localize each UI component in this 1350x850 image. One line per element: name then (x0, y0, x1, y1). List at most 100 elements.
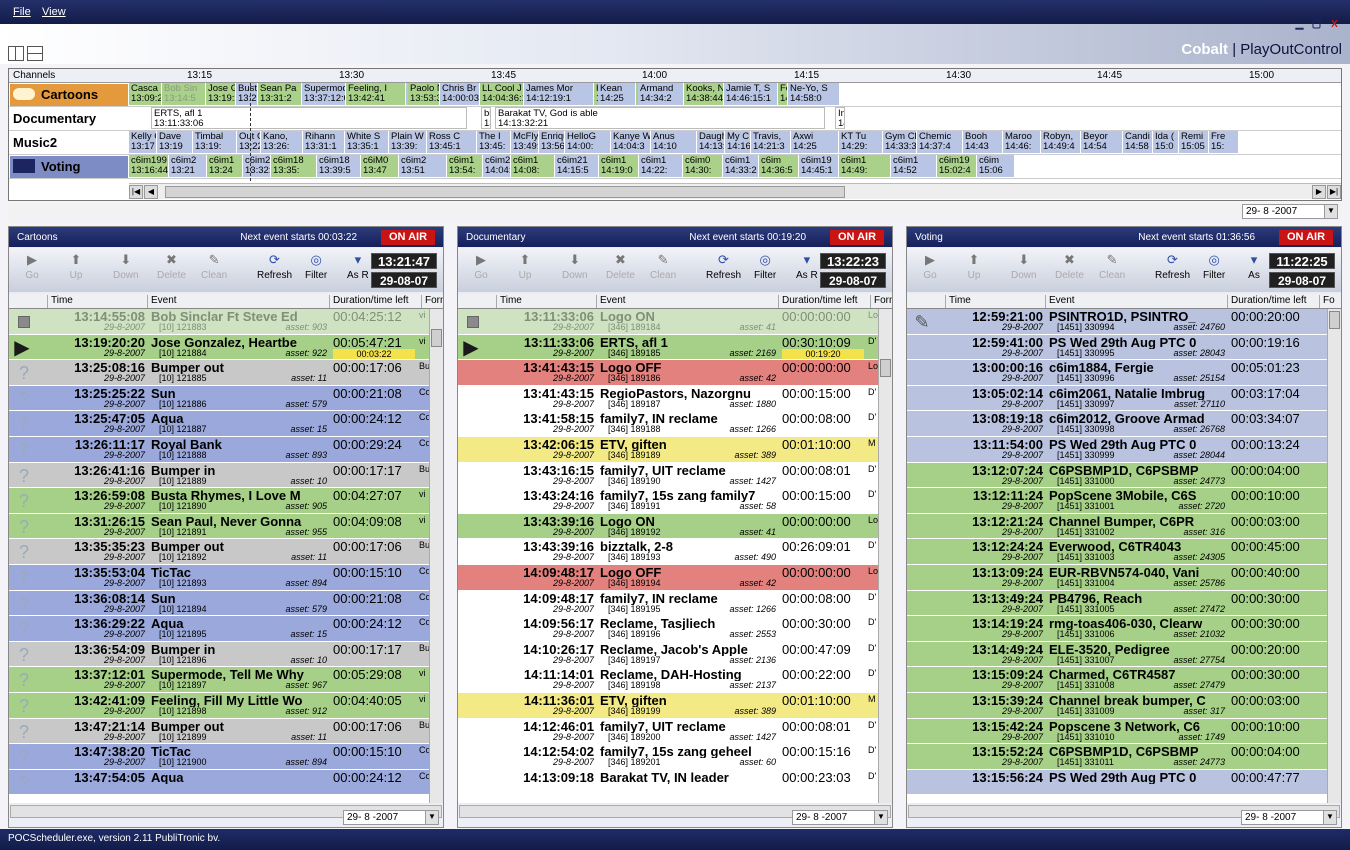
event-list-scrollbar[interactable] (1327, 309, 1341, 803)
timeline-event-block[interactable]: Kean 14:25 (598, 83, 636, 105)
timeline-event-block[interactable]: In Touch, 1-614:43:35:07 (835, 107, 845, 129)
col-form[interactable]: Form (421, 295, 443, 308)
timeline-event-block[interactable]: c6im 14:36:5 (759, 155, 799, 177)
table-row[interactable]: 14:11:14:01 29-8-2007 Reclame, DAH-Hosti… (458, 667, 880, 693)
timeline-event-block[interactable]: Anus 14:10 (651, 131, 697, 153)
minimize-button[interactable]: ▁ (1293, 19, 1306, 31)
filter-button[interactable]: ◎ Filter (754, 252, 776, 281)
timeline-event-block[interactable]: c6im2 13:21 (169, 155, 207, 177)
menu-view[interactable]: View (42, 6, 66, 18)
table-row[interactable]: ? 13:36:08:14 29-8-2007 Sun [10] 121894 … (9, 590, 431, 617)
timeline-event-block[interactable]: Chemic 14:37:4 (917, 131, 963, 153)
table-row[interactable]: 12:59:41:00 29-8-2007 PS Wed 29th Aug PT… (907, 334, 1329, 361)
timeline-event-block[interactable]: Travis, 14:21:3 (751, 131, 791, 153)
timeline-event-block[interactable]: c6im19 15:02:4 (937, 155, 977, 177)
on-air-badge[interactable]: ON AIR (830, 230, 884, 245)
refresh-button[interactable]: ⟳ Refresh (257, 252, 292, 281)
scroll-left-icon[interactable]: ◀ (144, 185, 158, 199)
timeline-event-block[interactable]: KT Tu 14:29: (839, 131, 883, 153)
col-form[interactable]: Form (870, 295, 892, 308)
timeline-event-block[interactable]: Remi 15:05 (1179, 131, 1209, 153)
table-row[interactable]: 14:11:36:01 29-8-2007 ETV, giften [346] … (458, 692, 880, 719)
delete-button[interactable]: ✖ Delete (606, 252, 635, 281)
up-button[interactable]: ⬆ Up (516, 252, 534, 281)
timeline-event-block[interactable]: Barakat TV, God is able 14:13:32:21 (495, 107, 825, 129)
table-row[interactable]: 13:11:54:00 29-8-2007 PS Wed 29th Aug PT… (907, 436, 1329, 463)
panel-date-select[interactable]: 29- 8 -2007 ▼ (792, 810, 888, 825)
delete-button[interactable]: ✖ Delete (1055, 252, 1084, 281)
timeline-event-block[interactable]: c6im2014:04:4 (483, 155, 511, 177)
stacked-layout-icon[interactable] (27, 46, 43, 61)
timeline-event-block[interactable]: Robyn, 14:49:4 (1041, 131, 1081, 153)
table-row[interactable]: 13:13:49:24 29-8-2007 PB4796, Reach [145… (907, 590, 1329, 617)
timeline-event-block[interactable]: Busta R13:26:5 (236, 83, 258, 105)
table-row[interactable]: ? 13:37:12:01 29-8-2007 Supermode, Tell … (9, 667, 431, 693)
table-row[interactable]: ? 13:25:25:22 29-8-2007 Sun [10] 121886 … (9, 385, 431, 412)
table-row[interactable]: 13:15:09:24 29-8-2007 Charmed, C6TR4587 … (907, 667, 1329, 693)
table-row[interactable]: 13:43:39:16 29-8-2007 bizztalk, 2-8 [346… (458, 539, 880, 565)
col-duration[interactable]: Duration/time left (1227, 295, 1319, 308)
timeline-event-block[interactable]: Out C13:22 (237, 131, 261, 153)
timeline-event-block[interactable]: Axwi 14:25 (791, 131, 839, 153)
timeline-event-block[interactable]: Daught14:13: (697, 131, 725, 153)
refresh-button[interactable]: ⟳ Refresh (706, 252, 741, 281)
table-row[interactable]: ? 13:42:41:09 29-8-2007 Feeling, Fill My… (9, 692, 431, 719)
table-row[interactable]: 13:42:06:15 29-8-2007 ETV, giften [346] … (458, 436, 880, 463)
timeline-event-block[interactable]: Supermod 13:37:12:0 (302, 83, 346, 105)
table-row[interactable]: 13:14:55:08 29-8-2007 Bob Sinclar Ft Ste… (9, 309, 431, 335)
timeline-event-block[interactable]: c6im0 14:30: (683, 155, 723, 177)
event-list-scrollbar[interactable] (429, 309, 443, 803)
table-row[interactable]: ? 13:35:53:04 29-8-2007 TicTac [10] 1218… (9, 564, 431, 591)
timeline-event-block[interactable]: Feeling, I 13:42:41 (346, 83, 406, 105)
table-row[interactable]: ? 13:26:41:16 29-8-2007 Bumper in [10] 1… (9, 462, 431, 489)
table-row[interactable]: ▶ 13:19:20:20 29-8-2007 Jose Gonzalez, H… (9, 334, 431, 361)
timeline-event-block[interactable]: The I 13:45: (477, 131, 511, 153)
down-button[interactable]: ⬇ Down (562, 252, 588, 281)
table-row[interactable]: ? 13:26:59:08 29-8-2007 Busta Rhymes, I … (9, 488, 431, 514)
table-row[interactable]: ▶ 13:11:33:06 29-8-2007 ERTS, afl 1 [346… (458, 334, 880, 361)
filter-button[interactable]: ◎ Filter (1203, 252, 1225, 281)
timeline-event-block[interactable]: HelloG 14:00: (565, 131, 611, 153)
table-row[interactable]: ? 13:47:38:20 29-8-2007 TicTac [10] 1219… (9, 744, 431, 770)
table-row[interactable]: ? 13:47:54:05 Aqua 00:00:24:12 Co (9, 769, 431, 796)
table-row[interactable]: ✎ 12:59:21:00 29-8-2007 PSINTRO1D, PSINT… (907, 309, 1329, 335)
col-form[interactable]: Fo (1319, 295, 1341, 308)
filter-button[interactable]: ◎ Filter (305, 252, 327, 281)
table-row[interactable]: 13:43:16:15 29-8-2007 family7, UIT recla… (458, 462, 880, 489)
timeline-event-block[interactable]: Jose Gonz13:19:20:2 (206, 83, 236, 105)
table-row[interactable]: ? 13:25:08:16 29-8-2007 Bumper out [10] … (9, 360, 431, 386)
up-button[interactable]: ⬆ Up (965, 252, 983, 281)
refresh-button[interactable]: ⟳ Refresh (1155, 252, 1190, 281)
timeline-event-block[interactable]: Timbal 13:19: (193, 131, 237, 153)
timeline-scrollbar[interactable]: |◀ ◀ ▶ ▶| (129, 183, 1341, 199)
table-row[interactable]: 13:43:39:16 29-8-2007 Logo ON [346] 1891… (458, 513, 880, 540)
timeline-event-block[interactable]: c6im18 13:39:5 (317, 155, 361, 177)
channel-label-music2[interactable]: Music2 (10, 132, 128, 154)
table-row[interactable]: 14:09:48:17 29-8-2007 family7, IN reclam… (458, 590, 880, 617)
as-run-button[interactable]: ▾ As (1245, 252, 1263, 281)
timeline-event-block[interactable]: c6im2 13:51 (399, 155, 447, 177)
table-row[interactable]: ? 13:25:47:05 29-8-2007 Aqua [10] 121887… (9, 411, 431, 437)
up-button[interactable]: ⬆ Up (67, 252, 85, 281)
table-row[interactable]: 14:09:56:17 29-8-2007 Reclame, Tasjliech… (458, 616, 880, 642)
col-event[interactable]: Event (596, 295, 778, 308)
close-button[interactable]: X (1328, 19, 1341, 31)
scroll-first-icon[interactable]: |◀ (129, 185, 143, 199)
table-row[interactable]: 13:15:52:24 29-8-2007 C6PSBMP1D, C6PSBMP… (907, 744, 1329, 770)
table-row[interactable]: ? 13:36:54:09 29-8-2007 Bumper in [10] 1… (9, 641, 431, 668)
go-button[interactable]: ▶ Go (23, 252, 41, 281)
timeline-event-block[interactable]: Jamie T, S 14:46:15:1 (724, 83, 778, 105)
col-event[interactable]: Event (147, 295, 329, 308)
col-duration[interactable]: Duration/time left (778, 295, 870, 308)
chevron-down-icon[interactable]: ▼ (425, 811, 438, 824)
col-time[interactable]: Time (47, 295, 147, 308)
timeline-event-block[interactable]: c6im18 13:35: (271, 155, 317, 177)
table-row[interactable]: 13:43:24:16 29-8-2007 family7, 15s zang … (458, 488, 880, 514)
chevron-down-icon[interactable]: ▼ (874, 811, 887, 824)
table-row[interactable]: 14:09:48:17 29-8-2007 Logo OFF [346] 189… (458, 564, 880, 591)
on-air-badge[interactable]: ON AIR (1279, 230, 1333, 245)
timeline-event-block[interactable]: LL Cool J Ft14:04:36:1 (480, 83, 524, 105)
table-row[interactable]: 13:41:58:15 29-8-2007 family7, IN reclam… (458, 411, 880, 437)
clean-button[interactable]: ✎ Clean (1099, 252, 1125, 281)
table-row[interactable]: ? 13:36:29:22 29-8-2007 Aqua [10] 121895… (9, 616, 431, 642)
